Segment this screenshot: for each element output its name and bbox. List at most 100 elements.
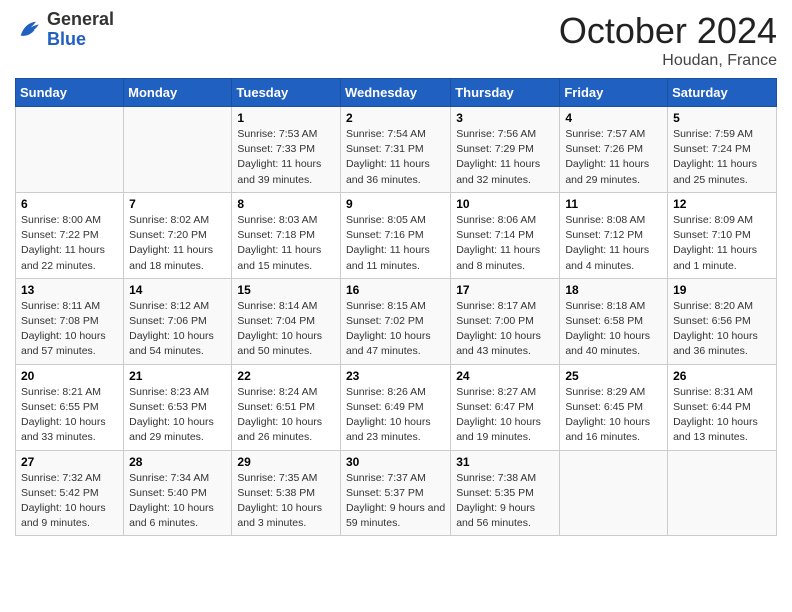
day-info: Sunrise: 8:11 AMSunset: 7:08 PMDaylight:… <box>21 299 118 360</box>
calendar-cell <box>668 450 777 536</box>
day-info: Sunrise: 8:02 AMSunset: 7:20 PMDaylight:… <box>129 213 226 274</box>
day-info: Sunrise: 8:08 AMSunset: 7:12 PMDaylight:… <box>565 213 662 274</box>
day-number: 15 <box>237 283 335 297</box>
day-info: Sunrise: 7:56 AMSunset: 7:29 PMDaylight:… <box>456 127 554 188</box>
calendar-cell: 27Sunrise: 7:32 AMSunset: 5:42 PMDayligh… <box>16 450 124 536</box>
day-number: 24 <box>456 369 554 383</box>
calendar-cell: 28 Sunrise: 7:34 AMSunset: 5:40 PMDayligh… <box>124 450 232 536</box>
day-number: 6 <box>21 197 118 211</box>
calendar-cell: 8 Sunrise: 8:03 AMSunset: 7:18 PMDaylight… <box>232 192 341 278</box>
weekday-header-friday: Friday <box>560 79 668 107</box>
calendar-cell: 3 Sunrise: 7:56 AMSunset: 7:29 PMDaylight… <box>451 107 560 193</box>
day-info: Sunrise: 8:00 AMSunset: 7:22 PMDaylight:… <box>21 213 118 274</box>
calendar-cell: 25Sunrise: 8:29 AMSunset: 6:45 PMDayligh… <box>560 364 668 450</box>
day-info: Sunrise: 8:06 AMSunset: 7:14 PMDaylight:… <box>456 213 554 274</box>
day-number: 19 <box>673 283 771 297</box>
week-row-4: 20 Sunrise: 8:21 AMSunset: 6:55 PMDayligh… <box>16 364 777 450</box>
calendar-cell: 29Sunrise: 7:35 AMSunset: 5:38 PMDayligh… <box>232 450 341 536</box>
day-number: 11 <box>565 197 662 211</box>
calendar-cell: 23 Sunrise: 8:26 AMSunset: 6:49 PMDayligh… <box>340 364 450 450</box>
day-info: Sunrise: 8:21 AMSunset: 6:55 PMDaylight:… <box>21 385 118 446</box>
weekday-header-saturday: Saturday <box>668 79 777 107</box>
day-info: Sunrise: 7:32 AMSunset: 5:42 PMDaylight:… <box>21 471 118 532</box>
day-info: Sunrise: 8:05 AMSunset: 7:16 PMDaylight:… <box>346 213 445 274</box>
week-row-5: 27Sunrise: 7:32 AMSunset: 5:42 PMDayligh… <box>16 450 777 536</box>
weekday-header-sunday: Sunday <box>16 79 124 107</box>
weekday-header-monday: Monday <box>124 79 232 107</box>
calendar-cell <box>560 450 668 536</box>
day-number: 5 <box>673 111 771 125</box>
day-number: 16 <box>346 283 445 297</box>
day-number: 3 <box>456 111 554 125</box>
calendar-cell: 9 Sunrise: 8:05 AMSunset: 7:16 PMDaylight… <box>340 192 450 278</box>
day-number: 9 <box>346 197 445 211</box>
day-info: Sunrise: 7:54 AMSunset: 7:31 PMDaylight:… <box>346 127 445 188</box>
day-number: 7 <box>129 197 226 211</box>
logo-text: General Blue <box>47 10 114 50</box>
month-title: October 2024 <box>559 10 777 52</box>
calendar-cell: 6 Sunrise: 8:00 AMSunset: 7:22 PMDaylight… <box>16 192 124 278</box>
calendar-cell: 10 Sunrise: 8:06 AMSunset: 7:14 PMDayligh… <box>451 192 560 278</box>
calendar-cell: 12Sunrise: 8:09 AMSunset: 7:10 PMDayligh… <box>668 192 777 278</box>
calendar-table: SundayMondayTuesdayWednesdayThursdayFrid… <box>15 78 777 536</box>
day-info: Sunrise: 8:14 AMSunset: 7:04 PMDaylight:… <box>237 299 335 360</box>
day-number: 20 <box>21 369 118 383</box>
day-number: 28 <box>129 455 226 469</box>
day-info: Sunrise: 8:27 AMSunset: 6:47 PMDaylight:… <box>456 385 554 446</box>
day-number: 22 <box>237 369 335 383</box>
calendar-cell: 21 Sunrise: 8:23 AMSunset: 6:53 PMDayligh… <box>124 364 232 450</box>
title-block: October 2024 Houdan, France <box>559 10 777 70</box>
weekday-header-wednesday: Wednesday <box>340 79 450 107</box>
day-number: 4 <box>565 111 662 125</box>
day-number: 17 <box>456 283 554 297</box>
calendar-cell: 11 Sunrise: 8:08 AMSunset: 7:12 PMDayligh… <box>560 192 668 278</box>
day-info: Sunrise: 8:26 AMSunset: 6:49 PMDaylight:… <box>346 385 445 446</box>
day-info: Sunrise: 8:17 AMSunset: 7:00 PMDaylight:… <box>456 299 554 360</box>
day-number: 14 <box>129 283 226 297</box>
day-info: Sunrise: 8:24 AMSunset: 6:51 PMDaylight:… <box>237 385 335 446</box>
calendar-cell: 13Sunrise: 8:11 AMSunset: 7:08 PMDayligh… <box>16 278 124 364</box>
day-number: 18 <box>565 283 662 297</box>
day-number: 23 <box>346 369 445 383</box>
day-number: 12 <box>673 197 771 211</box>
day-info: Sunrise: 7:59 AMSunset: 7:24 PMDaylight:… <box>673 127 771 188</box>
day-info: Sunrise: 8:23 AMSunset: 6:53 PMDaylight:… <box>129 385 226 446</box>
calendar-cell: 20 Sunrise: 8:21 AMSunset: 6:55 PMDayligh… <box>16 364 124 450</box>
day-number: 31 <box>456 455 554 469</box>
calendar-cell <box>124 107 232 193</box>
day-number: 2 <box>346 111 445 125</box>
calendar-cell: 5 Sunrise: 7:59 AMSunset: 7:24 PMDaylight… <box>668 107 777 193</box>
calendar-cell <box>16 107 124 193</box>
day-info: Sunrise: 8:29 AMSunset: 6:45 PMDaylight:… <box>565 385 662 446</box>
calendar-cell: 31 Sunrise: 7:38 AMSunset: 5:35 PMDayligh… <box>451 450 560 536</box>
day-info: Sunrise: 8:03 AMSunset: 7:18 PMDaylight:… <box>237 213 335 274</box>
day-number: 8 <box>237 197 335 211</box>
calendar-cell: 24 Sunrise: 8:27 AMSunset: 6:47 PMDayligh… <box>451 364 560 450</box>
calendar-cell: 22 Sunrise: 8:24 AMSunset: 6:51 PMDayligh… <box>232 364 341 450</box>
day-info: Sunrise: 8:20 AMSunset: 6:56 PMDaylight:… <box>673 299 771 360</box>
day-info: Sunrise: 8:15 AMSunset: 7:02 PMDaylight:… <box>346 299 445 360</box>
day-info: Sunrise: 7:57 AMSunset: 7:26 PMDaylight:… <box>565 127 662 188</box>
logo-bird-icon <box>15 16 43 44</box>
weekday-header-thursday: Thursday <box>451 79 560 107</box>
day-number: 26 <box>673 369 771 383</box>
calendar-cell: 7 Sunrise: 8:02 AMSunset: 7:20 PMDaylight… <box>124 192 232 278</box>
page-header: General Blue October 2024 Houdan, France <box>15 10 777 70</box>
calendar-cell: 30Sunrise: 7:37 AMSunset: 5:37 PMDayligh… <box>340 450 450 536</box>
logo: General Blue <box>15 10 114 50</box>
day-number: 21 <box>129 369 226 383</box>
day-info: Sunrise: 8:31 AMSunset: 6:44 PMDaylight:… <box>673 385 771 446</box>
day-info: Sunrise: 8:18 AMSunset: 6:58 PMDaylight:… <box>565 299 662 360</box>
week-row-3: 13Sunrise: 8:11 AMSunset: 7:08 PMDayligh… <box>16 278 777 364</box>
calendar-cell: 15 Sunrise: 8:14 AMSunset: 7:04 PMDayligh… <box>232 278 341 364</box>
calendar-cell: 14Sunrise: 8:12 AMSunset: 7:06 PMDayligh… <box>124 278 232 364</box>
day-info: Sunrise: 7:37 AMSunset: 5:37 PMDaylight:… <box>346 471 445 532</box>
day-number: 10 <box>456 197 554 211</box>
calendar-cell: 4 Sunrise: 7:57 AMSunset: 7:26 PMDaylight… <box>560 107 668 193</box>
day-info: Sunrise: 7:38 AMSunset: 5:35 PMDaylight:… <box>456 471 554 532</box>
week-row-1: 1 Sunrise: 7:53 AMSunset: 7:33 PMDaylight… <box>16 107 777 193</box>
day-number: 1 <box>237 111 335 125</box>
day-info: Sunrise: 7:34 AMSunset: 5:40 PMDaylight:… <box>129 471 226 532</box>
day-info: Sunrise: 7:53 AMSunset: 7:33 PMDaylight:… <box>237 127 335 188</box>
weekday-header-tuesday: Tuesday <box>232 79 341 107</box>
